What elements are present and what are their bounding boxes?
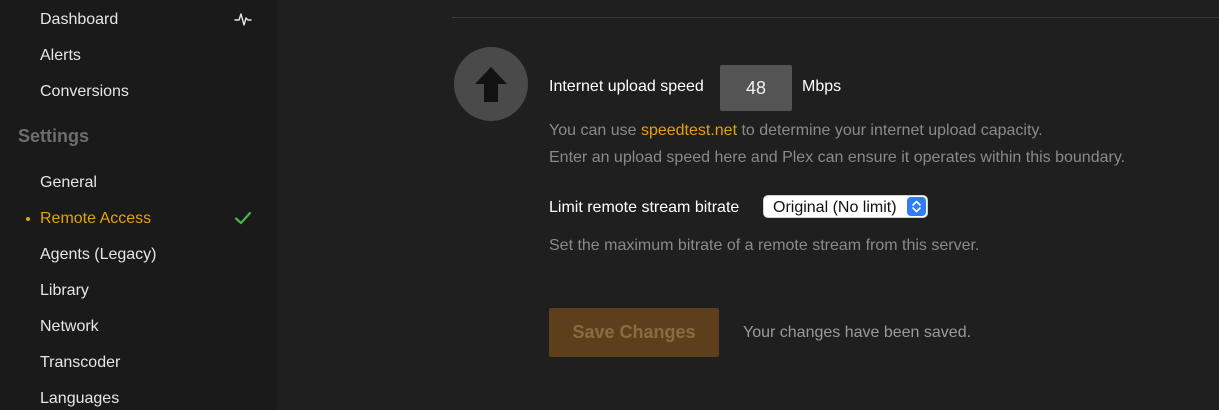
sidebar-item-label: Alerts [40,47,81,64]
upload-help-line-2: Enter an upload speed here and Plex can … [549,149,1126,166]
sidebar-item-conversions[interactable]: Conversions [40,82,129,102]
save-changes-button[interactable]: Save Changes [549,308,719,357]
main-panel: Internet upload speed Mbps You can use s… [277,0,1219,410]
bitrate-select[interactable]: Original (No limit) [763,195,928,218]
save-status: Your changes have been saved. [743,324,972,341]
sidebar-item-label: Remote Access [40,210,152,227]
sidebar-item-library[interactable]: Library [40,281,89,301]
settings-heading: Settings [18,126,90,146]
bitrate-select-value: Original (No limit) [773,199,897,216]
upload-arrow-icon [454,47,528,121]
activity-icon [234,13,252,26]
select-arrows-icon [907,197,926,216]
upload-help-line-1: You can use speedtest.net to determine y… [549,121,1043,141]
sidebar-item-general[interactable]: General [40,173,97,193]
checkmark-icon [234,211,252,225]
sidebar-item-transcoder[interactable]: Transcoder [40,353,120,373]
sidebar-item-remote-access[interactable]: Remote Access [40,209,151,229]
sidebar-item-agents-legacy[interactable]: Agents (Legacy) [40,245,157,265]
upload-speed-input[interactable] [720,65,792,111]
sidebar-item-dashboard[interactable]: Dashboard [40,10,118,30]
sidebar: Dashboard Alerts Conversions Settings Ge… [0,0,277,410]
sidebar-item-languages[interactable]: Languages [40,389,119,409]
bitrate-label: Limit remote stream bitrate [549,199,740,216]
sidebar-item-label: Network [40,318,99,335]
bitrate-help: Set the maximum bitrate of a remote stre… [549,237,980,254]
sidebar-item-label: Languages [40,390,120,407]
speedtest-link[interactable]: speedtest.net [641,122,737,139]
sidebar-item-label: General [40,174,97,191]
upload-help-suffix: to determine your internet upload capaci… [737,122,1043,139]
sidebar-item-label: Library [40,282,89,299]
upload-speed-label: Internet upload speed [549,78,704,95]
divider [452,17,1219,18]
active-indicator [26,217,30,221]
upload-help-prefix: You can use [549,122,641,139]
sidebar-item-label: Agents (Legacy) [40,246,157,263]
sidebar-item-label: Dashboard [40,11,119,28]
sidebar-item-alerts[interactable]: Alerts [40,46,81,66]
upload-speed-unit: Mbps [802,78,842,95]
sidebar-item-label: Transcoder [40,354,121,371]
sidebar-item-label: Conversions [40,83,129,100]
sidebar-item-network[interactable]: Network [40,317,99,337]
